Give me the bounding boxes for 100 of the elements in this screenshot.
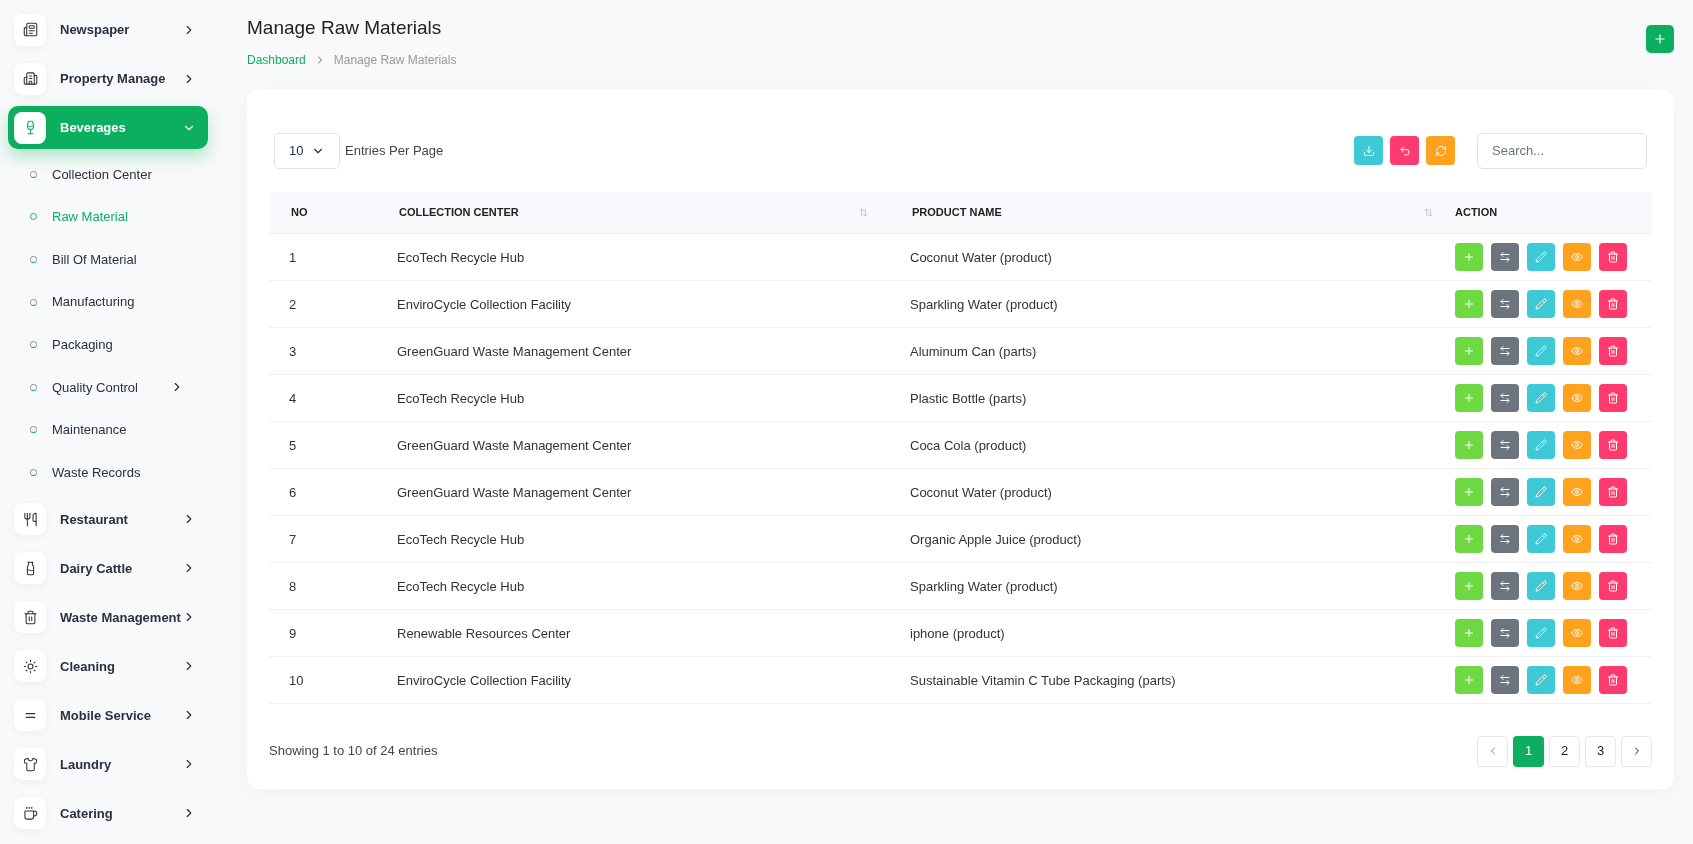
transfer-button[interactable] [1491,477,1519,506]
view-button[interactable] [1563,383,1591,412]
delete-button[interactable] [1599,477,1627,506]
table-cell: EcoTech Recycle Hub [397,249,525,265]
delete-button[interactable] [1599,665,1627,694]
edit-button[interactable] [1527,289,1555,318]
page-button[interactable]: 2 [1549,735,1580,767]
entries-select[interactable]: 10 [274,132,340,169]
edit-button[interactable] [1527,618,1555,647]
submenu-item[interactable]: Waste Records [8,451,208,494]
view-button[interactable] [1563,618,1591,647]
trash-icon [1607,579,1619,592]
sidebar-item[interactable]: Restaurant [8,497,208,541]
delete-button[interactable] [1599,618,1627,647]
plus-icon [1463,297,1475,310]
table-cell: GreenGuard Waste Management Center [397,484,632,500]
delete-button[interactable] [1599,289,1627,318]
transfer-button[interactable] [1491,289,1519,318]
pencil-icon [1535,532,1547,545]
eye-icon [1571,626,1583,639]
sidebar-item[interactable]: Waste Management [8,595,208,639]
pencil-icon [1535,579,1547,592]
transfer-button[interactable] [1491,665,1519,694]
pencil-icon [1535,485,1547,498]
swap-icon [1499,438,1511,451]
download-button[interactable] [1354,136,1383,165]
sidebar-item[interactable]: Dairy Cattle [8,546,208,590]
sidebar-item[interactable]: Cleaning [8,644,208,688]
transfer-button[interactable] [1491,336,1519,365]
add-button[interactable] [1455,336,1483,365]
sidebar-item[interactable]: Property Manage [8,57,208,100]
delete-button[interactable] [1599,430,1627,459]
table-cell: 2 [289,296,297,312]
add-button[interactable] [1455,289,1483,318]
transfer-button[interactable] [1491,524,1519,553]
column-header: ACTION [1455,204,1499,220]
pencil-icon [1535,344,1547,357]
edit-button[interactable] [1527,524,1555,553]
search-field[interactable]: Search... [1477,132,1647,169]
submenu-item[interactable]: Manufacturing [8,280,208,324]
delete-button[interactable] [1599,383,1627,412]
sidebar-item[interactable]: Laundry [8,742,208,786]
undo-button[interactable] [1390,136,1419,165]
add-button[interactable] [1455,665,1483,694]
add-button[interactable] [1646,25,1674,53]
view-button[interactable] [1563,477,1591,506]
transfer-button[interactable] [1491,571,1519,600]
table-cell: 1 [289,249,297,265]
sidebar-item[interactable]: Mobile Service [8,693,208,737]
previous-page-button[interactable] [1477,735,1508,767]
page-button[interactable]: 3 [1585,735,1616,767]
transfer-button[interactable] [1491,618,1519,647]
next-page-button[interactable] [1621,735,1652,767]
plus-icon [1463,485,1475,498]
view-button[interactable] [1563,289,1591,318]
refresh-button[interactable] [1426,136,1455,165]
column-header[interactable]: PRODUCT NAME [890,191,1455,233]
edit-button[interactable] [1527,242,1555,271]
add-button[interactable] [1455,571,1483,600]
sidebar-item[interactable]: Catering [8,791,208,835]
edit-button[interactable] [1527,430,1555,459]
delete-button[interactable] [1599,571,1627,600]
swap-icon [1499,297,1511,310]
view-button[interactable] [1563,430,1591,459]
bullet-icon [30,213,37,221]
add-button[interactable] [1455,242,1483,271]
transfer-button[interactable] [1491,242,1519,271]
entries-label: Entries Per Page [345,141,444,160]
add-button[interactable] [1455,383,1483,412]
view-button[interactable] [1563,571,1591,600]
transfer-button[interactable] [1491,383,1519,412]
submenu-item[interactable]: Packaging [8,323,208,366]
delete-button[interactable] [1599,524,1627,553]
delete-button[interactable] [1599,336,1627,365]
view-button[interactable] [1563,242,1591,271]
submenu-item[interactable]: Collection Center [8,153,208,196]
add-button[interactable] [1455,430,1483,459]
delete-button[interactable] [1599,242,1627,271]
submenu-item[interactable]: Quality Control [8,365,208,409]
sidebar-item[interactable]: Newspaper [8,8,208,51]
edit-button[interactable] [1527,336,1555,365]
view-button[interactable] [1563,336,1591,365]
swap-icon [1499,532,1511,545]
edit-button[interactable] [1527,665,1555,694]
column-header[interactable]: COLLECTION CENTER [377,191,890,233]
view-button[interactable] [1563,524,1591,553]
transfer-button[interactable] [1491,430,1519,459]
edit-button[interactable] [1527,477,1555,506]
trash-icon [1607,673,1619,686]
submenu-item[interactable]: Bill Of Material [8,238,208,281]
add-button[interactable] [1455,477,1483,506]
sun-icon [22,658,38,674]
edit-button[interactable] [1527,571,1555,600]
view-button[interactable] [1563,665,1591,694]
submenu-item[interactable]: Maintenance [8,408,208,452]
table-cell: Sustainable Vitamin C Tube Packaging (parts) [910,672,1176,688]
add-button[interactable] [1455,524,1483,553]
trash-icon [1607,297,1619,310]
edit-button[interactable] [1527,383,1555,412]
add-button[interactable] [1455,618,1483,647]
